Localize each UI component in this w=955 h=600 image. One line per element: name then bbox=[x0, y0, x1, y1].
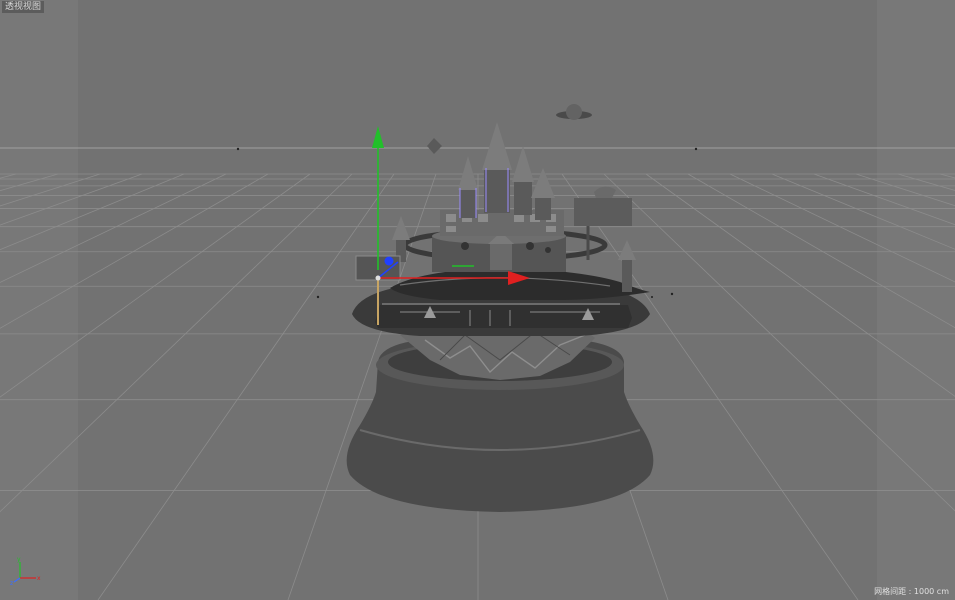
scene-point bbox=[670, 292, 674, 296]
grid-spacing-readout: 网格间距 : 1000 cm bbox=[874, 587, 949, 596]
grid-line bbox=[603, 173, 955, 512]
world-axis-icon: y x z bbox=[10, 556, 41, 586]
grid-line bbox=[0, 173, 101, 207]
billboard bbox=[574, 198, 632, 226]
scene-point bbox=[651, 296, 653, 298]
grid-line bbox=[0, 173, 353, 513]
billboard-cannon bbox=[594, 186, 616, 198]
viewport-canvas[interactable] bbox=[0, 0, 955, 600]
horizon-marker bbox=[236, 147, 240, 151]
grid-line bbox=[0, 173, 311, 398]
grid-line bbox=[645, 173, 955, 397]
upper-ring bbox=[390, 268, 650, 300]
grid-line bbox=[0, 173, 227, 283]
grid-line bbox=[729, 173, 955, 283]
scene-point bbox=[316, 295, 320, 299]
floating-satellite bbox=[427, 138, 442, 154]
grid-line bbox=[0, 173, 269, 329]
grid-line bbox=[813, 173, 955, 226]
grid-line bbox=[97, 173, 395, 600]
svg-text:z: z bbox=[10, 580, 13, 586]
grid-line bbox=[855, 173, 955, 207]
platform-wall bbox=[375, 305, 632, 328]
castle-gate bbox=[490, 244, 512, 270]
floating-ufo-body bbox=[566, 104, 582, 120]
perspective-viewport[interactable]: y x z 透视视图 网格间距 : 1000 cm bbox=[0, 0, 955, 600]
grid-line bbox=[0, 173, 143, 226]
z-axis-handle[interactable] bbox=[384, 256, 394, 266]
horizon-marker bbox=[694, 147, 698, 151]
viewport-title[interactable]: 透视视图 bbox=[2, 1, 45, 13]
gizmo-origin[interactable] bbox=[375, 275, 381, 281]
svg-text:x: x bbox=[37, 575, 41, 582]
svg-text:y: y bbox=[17, 556, 21, 563]
grid-line bbox=[687, 173, 955, 329]
castle-music-box-model[interactable] bbox=[346, 104, 654, 512]
y-axis-arrow[interactable] bbox=[372, 126, 384, 148]
